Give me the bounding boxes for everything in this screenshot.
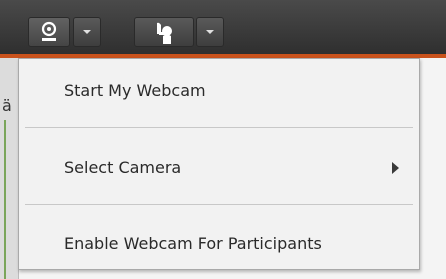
webcam-dropdown-button[interactable]	[73, 17, 101, 47]
menu-divider	[25, 127, 413, 128]
raise-hand-icon	[157, 22, 172, 44]
menu-item-start-my-webcam[interactable]: Start My Webcam	[19, 81, 419, 100]
background-partial-text: ä	[2, 96, 12, 115]
webcam-icon	[41, 21, 57, 41]
webcam-dropdown-menu: Start My Webcam Select Camera Enable Web…	[18, 58, 420, 270]
chevron-down-icon	[206, 30, 214, 34]
menu-item-enable-webcam-for-participants[interactable]: Enable Webcam For Participants	[19, 234, 419, 253]
menu-item-select-camera[interactable]: Select Camera	[19, 158, 419, 177]
submenu-arrow-icon	[392, 162, 399, 174]
menu-divider	[25, 204, 413, 205]
background-border-line	[4, 120, 6, 279]
status-dropdown-button[interactable]	[196, 17, 224, 47]
status-button[interactable]	[134, 17, 194, 47]
webcam-button[interactable]	[28, 17, 70, 47]
top-toolbar	[0, 0, 446, 56]
chevron-down-icon	[83, 30, 91, 34]
background-left-panel	[0, 58, 19, 279]
